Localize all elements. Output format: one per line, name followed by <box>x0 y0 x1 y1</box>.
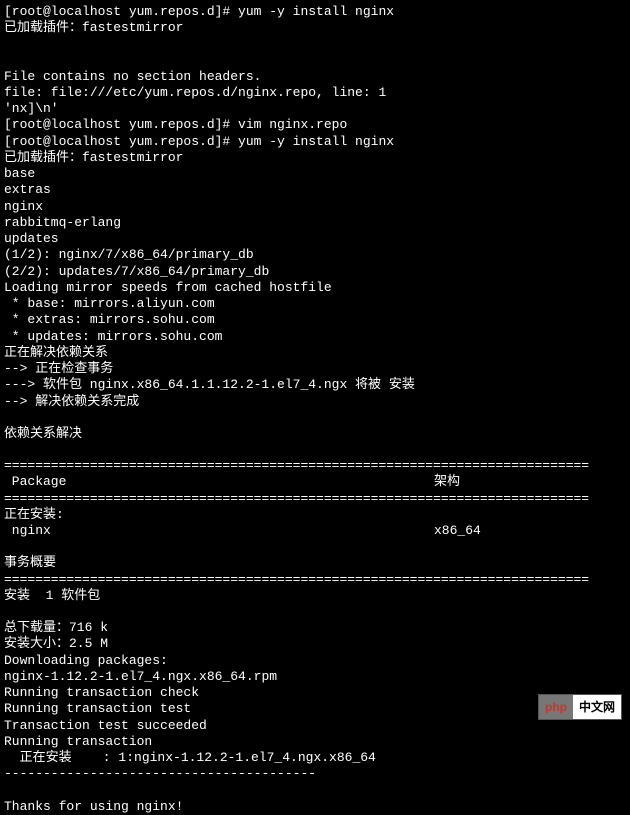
terminal-line: Running transaction test <box>4 701 630 717</box>
blank-line <box>4 604 630 620</box>
separator-eq: ========================================… <box>4 458 630 474</box>
terminal-line: 已加载插件：fastestmirror <box>4 150 630 166</box>
terminal-line: (2/2): updates/7/x86_64/primary_db <box>4 264 630 280</box>
blank-line <box>4 37 630 53</box>
col-package: Package <box>4 474 434 490</box>
php-badge-right: 中文网 <box>573 695 621 719</box>
blank-line <box>4 410 630 426</box>
separator-eq: ========================================… <box>4 572 630 588</box>
cell-package: nginx <box>4 523 434 539</box>
terminal-line: 事务概要 <box>4 555 630 571</box>
terminal-line: Transaction test succeeded <box>4 718 630 734</box>
terminal-line: * base: mirrors.aliyun.com <box>4 296 630 312</box>
terminal-line: --> 正在检查事务 <box>4 361 630 377</box>
terminal-line: ---> 软件包 nginx.x86_64.1.1.12.2-1.el7_4.n… <box>4 377 630 393</box>
terminal-line: [root@localhost yum.repos.d]# vim nginx.… <box>4 117 630 133</box>
terminal-line: Thanks for using nginx! <box>4 799 630 815</box>
terminal-line: 正在解决依赖关系 <box>4 345 630 361</box>
terminal-line: 正在安装 : 1:nginx-1.12.2-1.el7_4.ngx.x86_64 <box>4 750 630 766</box>
blank-line <box>4 53 630 69</box>
table-row: nginx x86_64 <box>4 523 630 539</box>
terminal-line: nginx <box>4 199 630 215</box>
separator-dash: ---------------------------------------- <box>4 766 630 782</box>
terminal-line: file: file:///etc/yum.repos.d/nginx.repo… <box>4 85 630 101</box>
terminal-line: [root@localhost yum.repos.d]# yum -y ins… <box>4 134 630 150</box>
terminal-line: * updates: mirrors.sohu.com <box>4 329 630 345</box>
blank-line <box>4 539 630 555</box>
terminal-line: Loading mirror speeds from cached hostfi… <box>4 280 630 296</box>
terminal-line: Running transaction <box>4 734 630 750</box>
php-watermark-badge: php 中文网 <box>538 694 622 720</box>
blank-line <box>4 442 630 458</box>
table-header: Package 架构 <box>4 474 630 490</box>
terminal-line: 依赖关系解决 <box>4 426 630 442</box>
terminal-line: 安装 1 软件包 <box>4 588 630 604</box>
terminal-line: Downloading packages: <box>4 653 630 669</box>
terminal-line: nginx-1.12.2-1.el7_4.ngx.x86_64.rpm <box>4 669 630 685</box>
terminal-line: Running transaction check <box>4 685 630 701</box>
col-arch: 架构 <box>434 474 460 490</box>
terminal-line: 总下载量：716 k <box>4 620 630 636</box>
terminal-line: 安装大小：2.5 M <box>4 636 630 652</box>
terminal-line: * extras: mirrors.sohu.com <box>4 312 630 328</box>
terminal-line: extras <box>4 182 630 198</box>
terminal-line: base <box>4 166 630 182</box>
blank-line <box>4 783 630 799</box>
terminal-line: updates <box>4 231 630 247</box>
terminal-line: 'nx]\n' <box>4 101 630 117</box>
terminal-line: 已加载插件：fastestmirror <box>4 20 630 36</box>
terminal-line: 正在安装: <box>4 507 630 523</box>
terminal-line: File contains no section headers. <box>4 69 630 85</box>
php-badge-left: php <box>539 695 573 719</box>
php-badge-text: php <box>545 700 567 715</box>
terminal-line: [root@localhost yum.repos.d]# yum -y ins… <box>4 4 630 20</box>
cell-arch: x86_64 <box>434 523 481 539</box>
separator-eq: ========================================… <box>4 491 630 507</box>
terminal-line: rabbitmq-erlang <box>4 215 630 231</box>
terminal-line: --> 解决依赖关系完成 <box>4 394 630 410</box>
terminal-line: (1/2): nginx/7/x86_64/primary_db <box>4 247 630 263</box>
